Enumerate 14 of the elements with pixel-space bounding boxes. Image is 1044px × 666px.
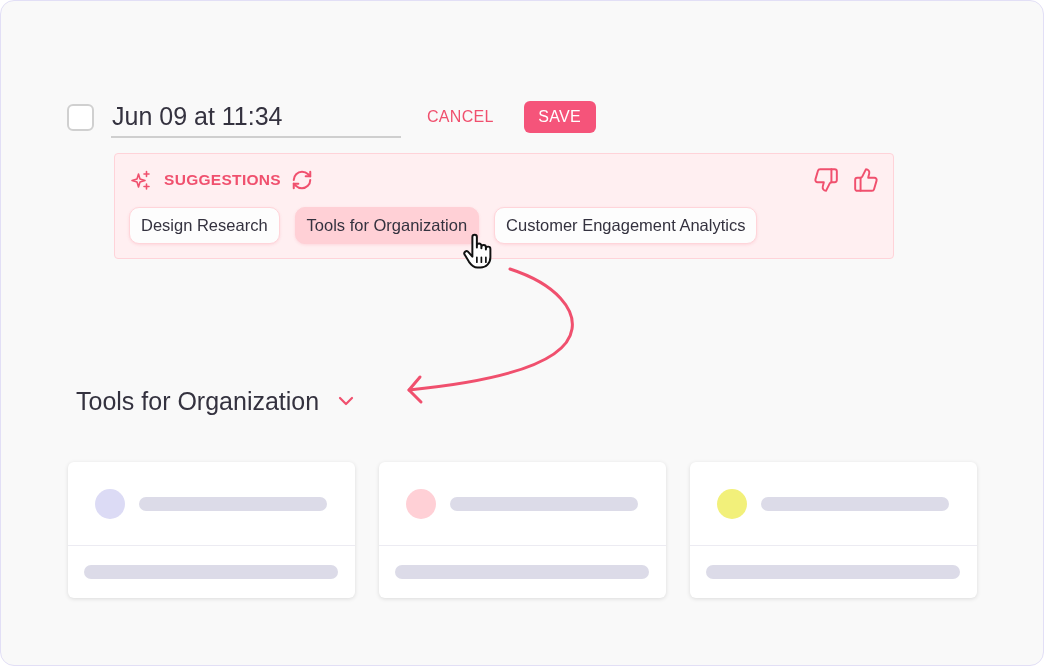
suggestion-chip[interactable]: Tools for Organization [294, 207, 480, 244]
thumbs-up-icon [853, 167, 879, 193]
like-button[interactable] [853, 167, 879, 193]
suggestion-chip[interactable]: Customer Engagement Analytics [494, 207, 758, 244]
suggestions-title: SUGGESTIONS [164, 171, 281, 189]
group-title: Tools for Organization [76, 386, 320, 416]
refresh-button[interactable] [291, 169, 313, 191]
dislike-button[interactable] [813, 167, 839, 193]
refresh-icon [291, 169, 313, 191]
thumbs-down-icon [813, 167, 839, 193]
date-input-field[interactable]: Jun 09 at 11:34 [111, 100, 401, 138]
checkbox[interactable] [67, 103, 94, 131]
sparkle-icon [131, 170, 151, 190]
suggestion-chip[interactable]: Design Research [129, 207, 280, 244]
